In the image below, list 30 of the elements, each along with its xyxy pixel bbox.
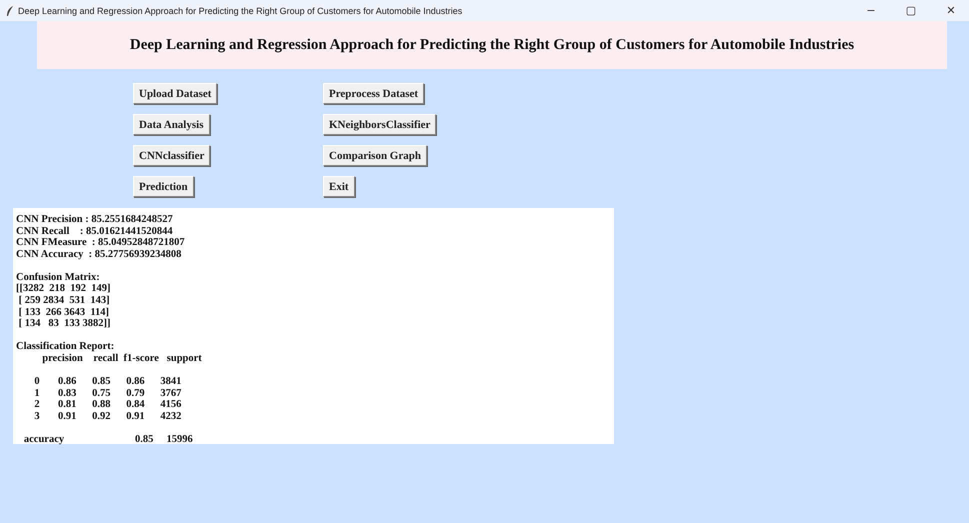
action-button[interactable]: Prediction [133,176,194,197]
output-line: Confusion Matrix: [16,272,101,284]
window-control[interactable]: − [853,4,889,17]
output-line: CNN Recall : 85.01621441520844 [16,226,174,238]
action-button[interactable]: KNeighborsClassifier [323,114,436,135]
action-button[interactable]: Exit [323,176,355,197]
action-button[interactable]: Preprocess Dataset [323,83,424,104]
output-line: Classification Report: [16,341,116,353]
output-line: [ 259 2834 531 143] [18,295,111,307]
output-line: 1 0.83 0.75 0.79 3767 [33,388,182,400]
output-line: [ 134 83 133 3882]] [18,318,112,330]
action-button[interactable]: CNNclassifier [133,145,210,166]
output-line: [ 133 266 3643 114] [18,306,110,318]
app-heading: Deep Learning and Regression Approach for Predicting the Right Group of Customers for Automobile Industries [130,36,854,54]
output-line: 3 0.91 0.92 0.91 4232 [33,410,182,422]
action-button[interactable]: Comparison Graph [323,145,427,166]
output-line: CNN Precision : 85.2551684248527 [16,214,174,226]
window-control[interactable]: ✕ [933,4,969,17]
output-line: CNN Accuracy : 85.27756939234808 [16,248,182,260]
output-line: 0 0.86 0.85 0.86 3841 [33,376,182,388]
output-line: [[3282 218 192 149] [16,283,112,296]
output-line: CNN FMeasure : 85.04952848721807 [16,237,186,249]
feather-icon [6,6,14,16]
output-line: precision recall f1-score support [41,352,203,365]
window-control[interactable]: ▢ [893,4,929,17]
action-button[interactable]: Upload Dataset [133,83,218,104]
action-button[interactable]: Data Analysis [133,114,210,135]
output-line: accuracy 0.85 15996 [22,434,194,446]
output-line: 2 0.81 0.88 0.84 4156 [33,399,182,411]
window-title: Deep Learning and Regression Approach for Predicting the Right Group of Customers for Automobile Industries [18,6,464,16]
